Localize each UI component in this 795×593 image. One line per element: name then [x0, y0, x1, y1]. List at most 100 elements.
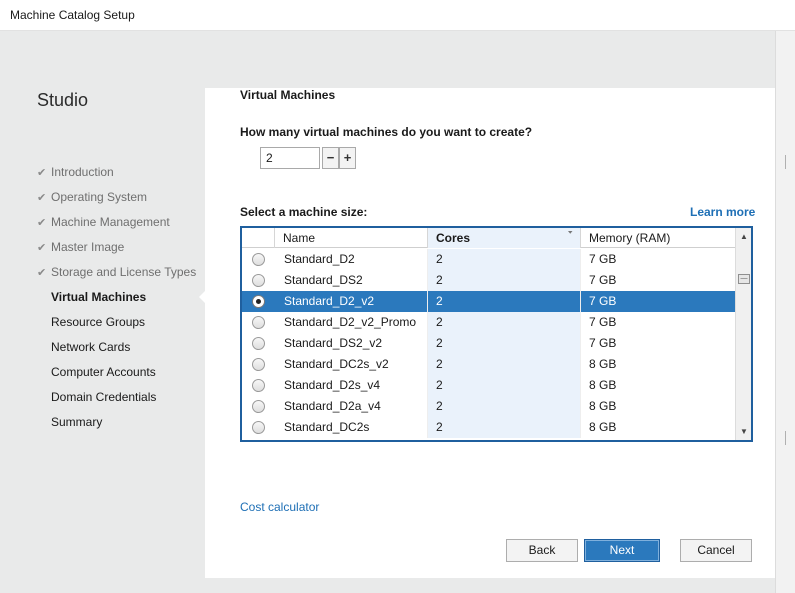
- row-radio-button[interactable]: [252, 295, 265, 308]
- column-header-memory[interactable]: Memory (RAM): [581, 228, 735, 248]
- wizard-step-label: Domain Credentials: [51, 390, 157, 404]
- column-header-cores-label: Cores: [436, 231, 471, 245]
- window-edge: [775, 31, 795, 593]
- table-row[interactable]: Standard_DC2s_v2 2 8 GB: [242, 354, 735, 375]
- cost-calculator-link[interactable]: Cost calculator: [240, 500, 319, 514]
- row-select-cell: [242, 249, 275, 270]
- wizard-step-label: Resource Groups: [51, 315, 146, 329]
- section-title: Virtual Machines: [240, 88, 336, 102]
- grid-header: Name Cores 🢓 Memory (RAM): [242, 228, 735, 248]
- column-header-cores[interactable]: Cores 🢓: [428, 228, 581, 248]
- row-select-cell: [242, 396, 275, 417]
- name-cell: Standard_D2_v2_Promo: [275, 312, 428, 333]
- cores-cell: 2: [428, 375, 581, 396]
- table-row[interactable]: Standard_DS2_v2 2 7 GB: [242, 333, 735, 354]
- memory-cell: 8 GB: [589, 420, 617, 434]
- row-select-cell: [242, 417, 275, 438]
- wizard-step-network-cards: Network Cards: [37, 335, 196, 360]
- wizard-step-domain-credentials: Domain Credentials: [37, 385, 196, 410]
- table-row[interactable]: Standard_D2a_v4 2 8 GB: [242, 396, 735, 417]
- row-select-cell: [242, 375, 275, 396]
- memory-cell: 8 GB: [589, 399, 617, 413]
- row-select-cell: [242, 291, 275, 312]
- sort-descending-icon: 🢓: [567, 232, 573, 243]
- wizard-step-computer-accounts: Computer Accounts: [37, 360, 196, 385]
- memory-cell: 7 GB: [589, 273, 617, 287]
- vm-count-question: How many virtual machines do you want to…: [240, 125, 533, 139]
- memory-cell: 7 GB: [589, 252, 617, 266]
- wizard-step-resource-groups: Resource Groups: [37, 310, 196, 335]
- row-select-cell: [242, 354, 275, 375]
- row-radio-button[interactable]: [252, 253, 265, 266]
- row-select-cell: [242, 270, 275, 291]
- select-column-header: [242, 228, 275, 248]
- cores-cell: 2: [428, 333, 581, 354]
- name-cell: Standard_DS2_v2: [275, 333, 428, 354]
- grid-scrollbar[interactable]: ▲ — ▼: [735, 228, 751, 440]
- memory-cell: 8 GB: [589, 378, 617, 392]
- row-radio-button[interactable]: [252, 316, 265, 329]
- wizard-step-label: Virtual Machines: [51, 290, 147, 304]
- learn-more-link[interactable]: Learn more: [690, 205, 755, 219]
- wizard-step-label: Computer Accounts: [51, 365, 156, 379]
- scroll-thumb[interactable]: —: [738, 274, 750, 284]
- checkmark-icon: ✔: [37, 217, 47, 229]
- grid-rows: Standard_D2 2 7 GB Standard_DS2 2 7 GB Standar…: [242, 249, 735, 438]
- wizard-step-operating-system: ✔ Operating System: [37, 185, 196, 210]
- row-select-cell: [242, 312, 275, 333]
- row-radio-button[interactable]: [252, 421, 265, 434]
- wizard-step-label: Introduction: [51, 165, 114, 179]
- table-row[interactable]: Standard_DC2s 2 8 GB: [242, 417, 735, 438]
- product-title: Studio: [37, 90, 89, 110]
- name-cell: Standard_DC2s: [275, 417, 428, 438]
- table-row[interactable]: Standard_D2s_v4 2 8 GB: [242, 375, 735, 396]
- machine-size-grid[interactable]: Name Cores 🢓 Memory (RAM) Standard_D2 2 7 …: [240, 226, 753, 442]
- wizard-step-label: Network Cards: [51, 340, 131, 354]
- scroll-up-arrow-icon[interactable]: ▲: [736, 228, 751, 245]
- wizard-step-label: Machine Management: [51, 215, 170, 229]
- vm-count-input[interactable]: [260, 147, 320, 169]
- wizard-step-label: Master Image: [51, 240, 125, 254]
- cores-cell: 2: [428, 417, 581, 438]
- row-radio-button[interactable]: [252, 400, 265, 413]
- table-row[interactable]: Standard_D2 2 7 GB: [242, 249, 735, 270]
- next-button[interactable]: Next: [584, 539, 660, 562]
- cores-cell: 2: [428, 312, 581, 333]
- row-radio-button[interactable]: [252, 379, 265, 392]
- table-row[interactable]: Standard_D2_v2_Promo 2 7 GB: [242, 312, 735, 333]
- memory-cell: 7 GB: [589, 336, 617, 350]
- row-radio-button[interactable]: [252, 274, 265, 287]
- table-row[interactable]: Standard_DS2 2 7 GB: [242, 270, 735, 291]
- wizard-step-machine-management: ✔ Machine Management: [37, 210, 196, 235]
- cores-cell: 2: [428, 249, 581, 270]
- wizard-step-summary: Summary: [37, 410, 196, 435]
- back-button[interactable]: Back: [506, 539, 578, 562]
- decrement-button[interactable]: −: [322, 147, 339, 169]
- wizard-steps: ✔ Introduction ✔ Operating System ✔ Machine M…: [37, 160, 196, 435]
- name-cell: Standard_D2s_v4: [275, 375, 428, 396]
- memory-cell: 7 GB: [589, 315, 617, 329]
- cores-cell: 2: [428, 270, 581, 291]
- memory-cell: 7 GB: [581, 291, 735, 312]
- row-radio-button[interactable]: [252, 337, 265, 350]
- checkmark-icon: ✔: [37, 167, 47, 179]
- name-cell: Standard_DC2s_v2: [275, 354, 428, 375]
- wizard-step-label: Storage and License Types: [51, 265, 197, 279]
- row-select-cell: [242, 333, 275, 354]
- wizard-step-master-image: ✔ Master Image: [37, 235, 196, 260]
- increment-button[interactable]: +: [339, 147, 356, 169]
- cores-cell: 2: [428, 396, 581, 417]
- cores-cell: 2: [428, 354, 581, 375]
- cancel-button[interactable]: Cancel: [680, 539, 752, 562]
- wizard-step-storage-and-license-types: ✔ Storage and License Types: [37, 260, 196, 285]
- scroll-down-arrow-icon[interactable]: ▼: [736, 423, 751, 440]
- cores-cell: 2: [428, 291, 581, 312]
- row-radio-button[interactable]: [252, 358, 265, 371]
- wizard-step-introduction: ✔ Introduction: [37, 160, 196, 185]
- column-header-name[interactable]: Name: [275, 228, 428, 248]
- name-cell: Standard_DS2: [275, 270, 428, 291]
- table-row[interactable]: Standard_D2_v2 2 7 GB: [242, 291, 735, 312]
- wizard-step-label: Summary: [51, 415, 103, 429]
- checkmark-icon: ✔: [37, 192, 47, 204]
- name-cell: Standard_D2: [275, 249, 428, 270]
